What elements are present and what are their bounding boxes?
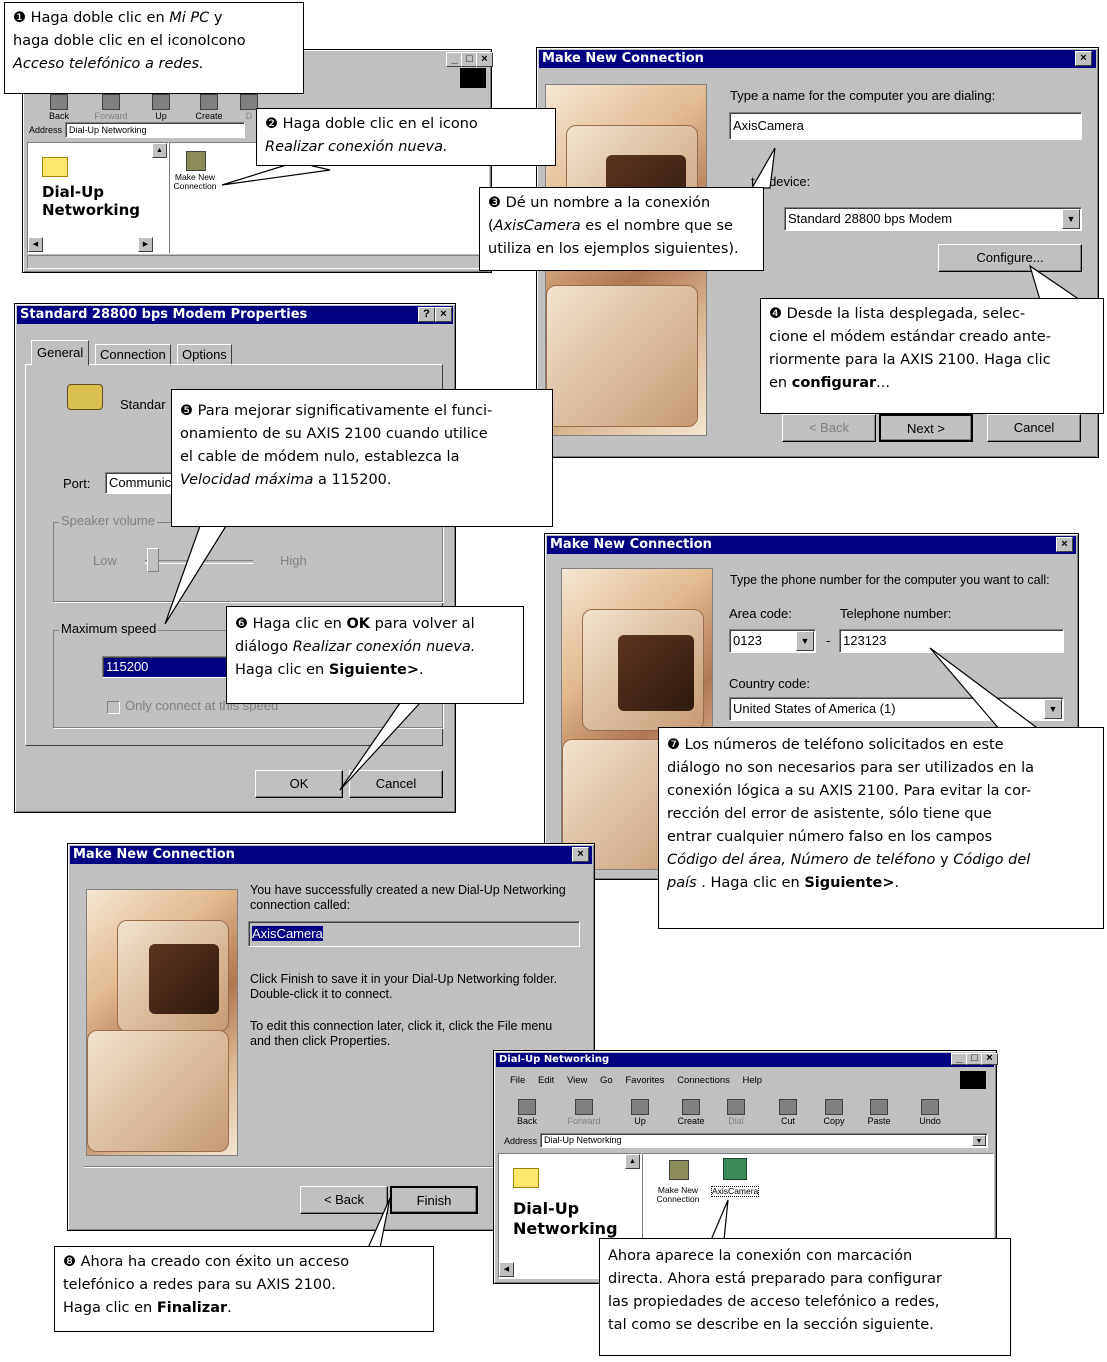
pointer-3 bbox=[750, 147, 776, 189]
callout-step-4: ❹ Desde la lista desplegada, selec- cion… bbox=[760, 298, 1104, 414]
callout-step-1: ❶ Haga doble clic en Mi PC y haga doble … bbox=[4, 2, 304, 94]
callout-step-6: ❻ Haga clic en OK para volver al diálogo… bbox=[226, 606, 524, 704]
callout-step-8: ❽ Ahora ha creado con éxito un acceso te… bbox=[54, 1246, 434, 1332]
callout-step-3: ❸ Dé un nombre a la conexión (AxisCamera… bbox=[479, 187, 764, 271]
tab-general[interactable]: General bbox=[31, 340, 90, 366]
callout-step-7: ❼ Los números de teléfono solicitados en… bbox=[658, 727, 1104, 929]
pointer-5 bbox=[164, 525, 228, 625]
pointer-4 bbox=[1028, 264, 1082, 301]
pointer-7 bbox=[929, 647, 1042, 731]
callout-final: Ahora aparece la conexión con marcación … bbox=[599, 1238, 1011, 1356]
pointer-8 bbox=[367, 1197, 391, 1249]
callout-step-5: ❺ Para mejorar significativamente el fun… bbox=[171, 389, 553, 527]
callout-step-2: ❷ Haga doble clic en el icono Realizar c… bbox=[256, 108, 556, 166]
pointer-9 bbox=[710, 1199, 729, 1241]
pointer-6 bbox=[339, 702, 422, 791]
